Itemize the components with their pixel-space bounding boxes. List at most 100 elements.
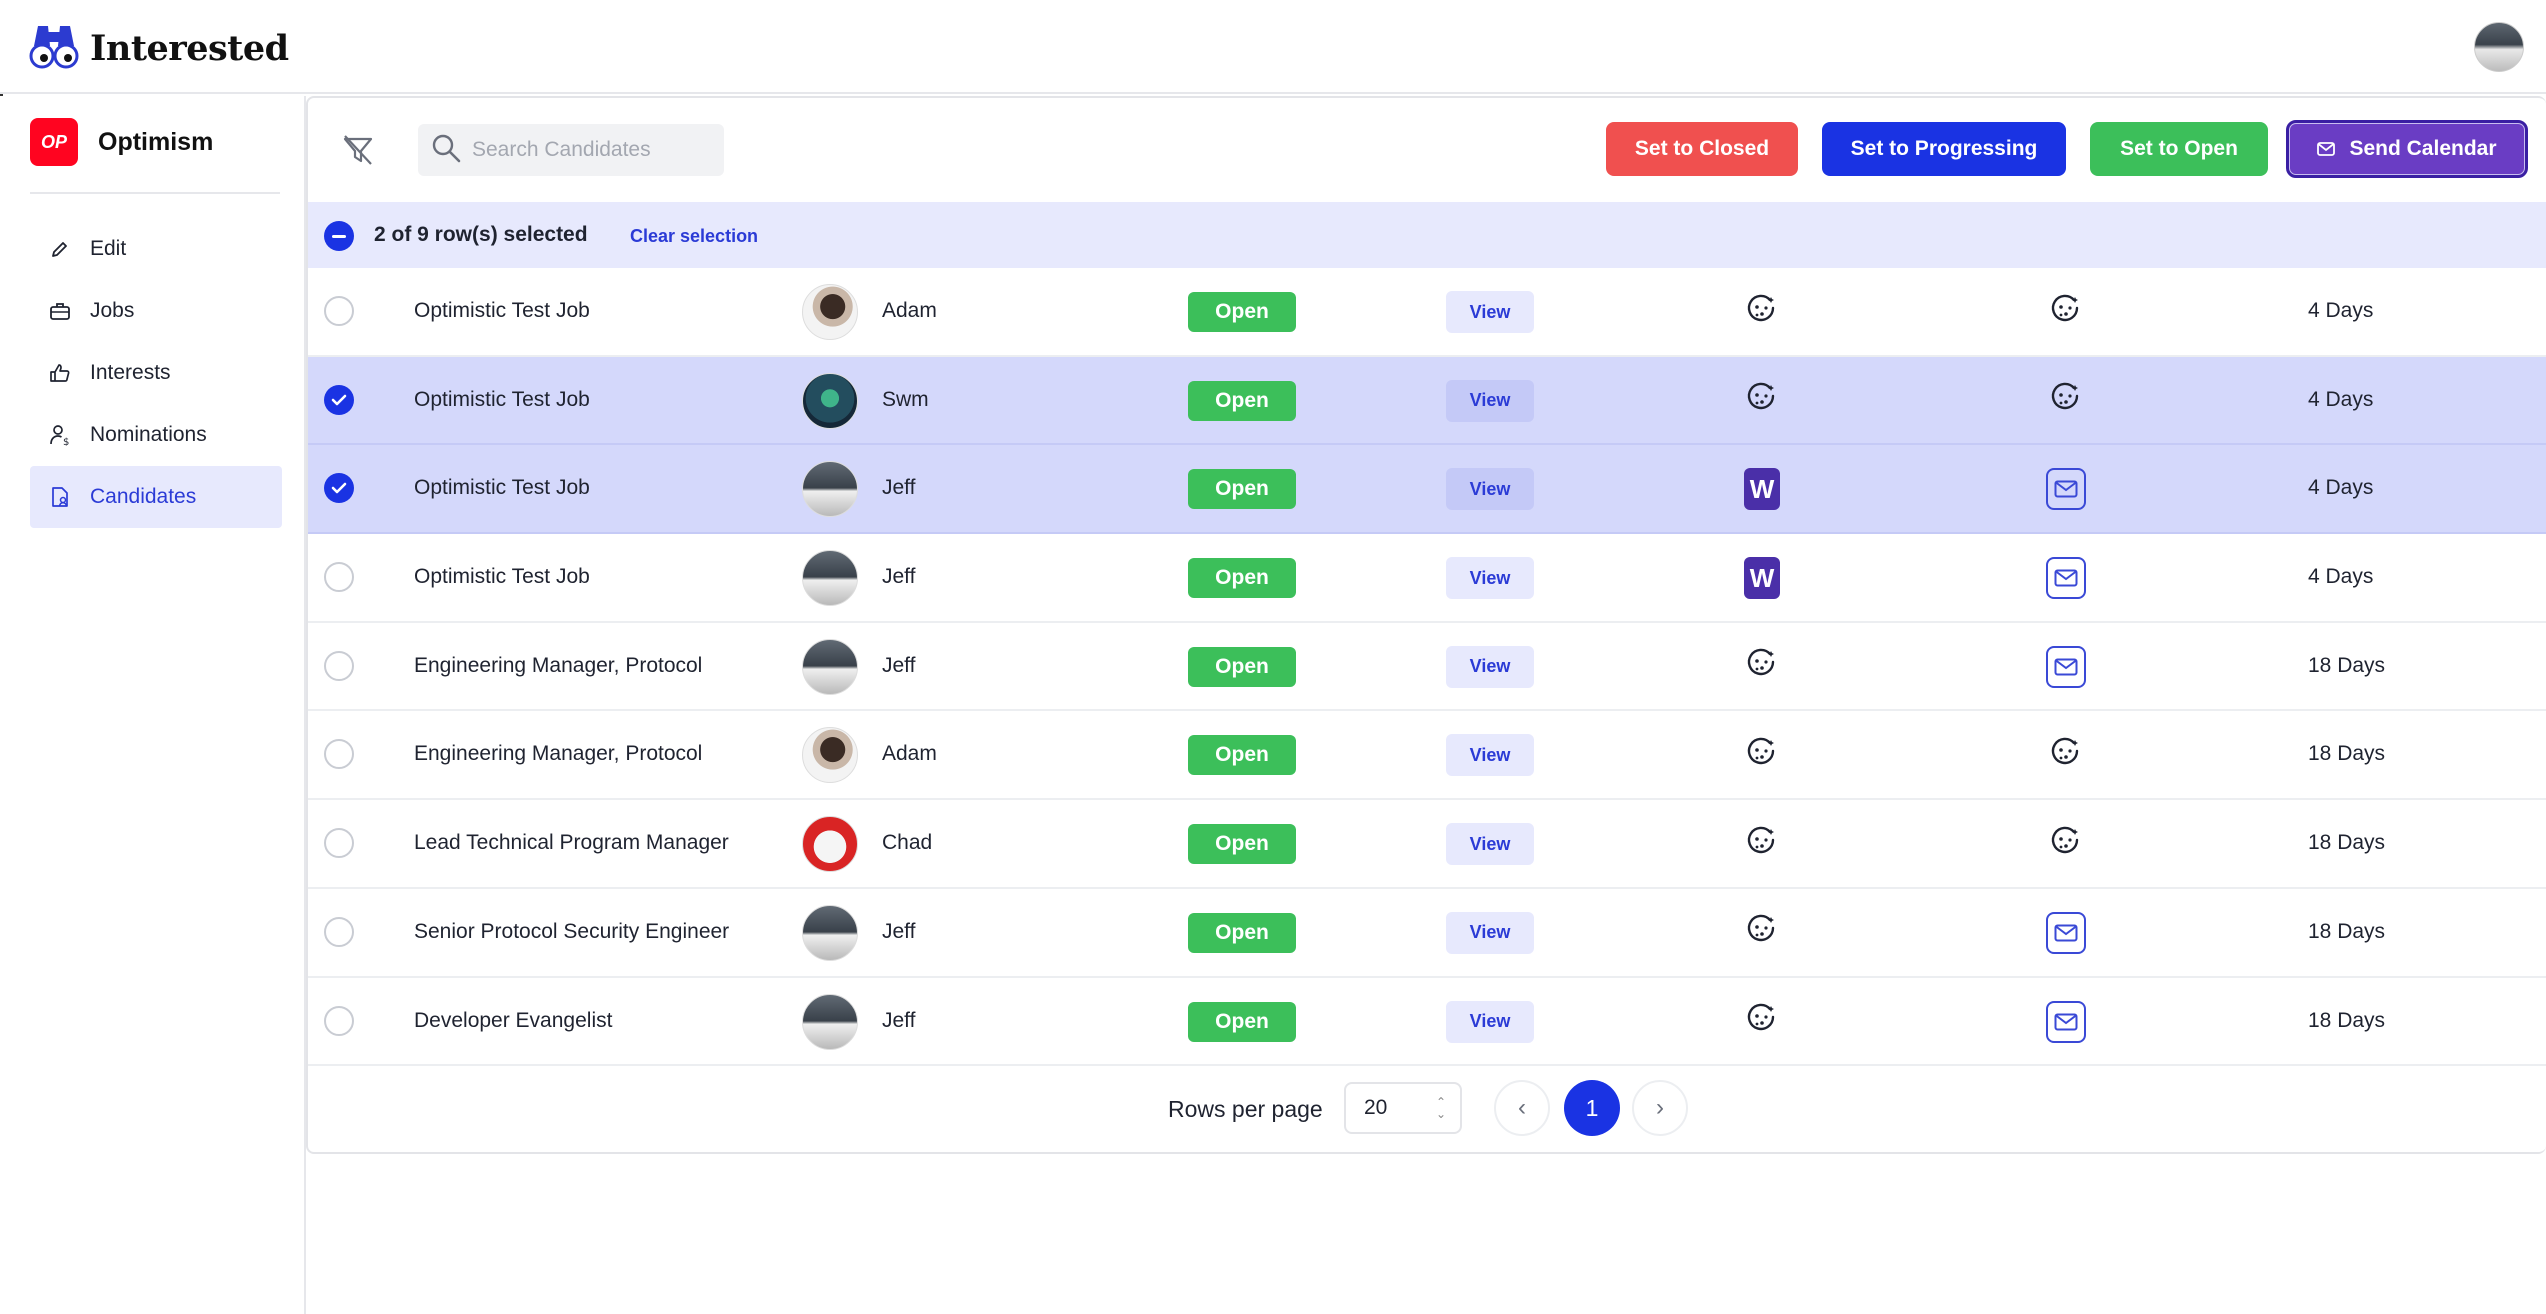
cookie-icon <box>1746 382 1778 419</box>
thumbs-up-icon <box>48 361 72 385</box>
view-button[interactable]: View <box>1446 645 1534 688</box>
row-checkbox[interactable] <box>324 1005 354 1036</box>
row-checkbox[interactable] <box>324 296 354 326</box>
candidate-avatar <box>802 816 858 873</box>
status-badge: Open <box>1188 469 1296 510</box>
pencil-icon <box>48 237 72 261</box>
contact-cell-b <box>2046 468 2086 511</box>
sidebar-item-label: Candidates <box>90 485 197 508</box>
table-row[interactable]: Optimistic Test Job Adam Open View 4 Days <box>308 268 2546 357</box>
binoculars-icon <box>28 22 80 75</box>
table-row[interactable]: Developer Evangelist Jeff Open View 18 Days <box>308 978 2546 1067</box>
table-row[interactable]: Lead Technical Program Manager Chad Open Vi… <box>308 800 2546 889</box>
org-header[interactable]: OP Optimism <box>30 118 213 166</box>
view-button[interactable]: View <box>1446 468 1534 511</box>
next-page-button[interactable]: › <box>1632 1080 1688 1136</box>
rows-per-page-select[interactable]: 20 ⌃ ⌄ <box>1344 1082 1462 1134</box>
candidate-name: Jeff <box>882 565 916 589</box>
view-button[interactable]: View <box>1446 557 1534 600</box>
sidebar-item-label: Jobs <box>90 299 135 322</box>
row-checkbox[interactable] <box>324 384 354 415</box>
status-badge: Open <box>1188 646 1296 687</box>
candidate-avatar <box>802 550 858 607</box>
view-button[interactable]: View <box>1446 911 1534 954</box>
cookie-icon <box>2050 382 2082 419</box>
sidebar-item-candidates[interactable]: Candidates <box>30 466 282 528</box>
cookie-icon <box>1746 294 1778 331</box>
search-box[interactable] <box>418 124 724 176</box>
candidate-name: Jeff <box>882 919 916 943</box>
sidebar-item-jobs[interactable]: Jobs <box>30 280 282 342</box>
table-row[interactable]: Senior Protocol Security Engineer Jeff Ope… <box>308 889 2546 978</box>
w-icon[interactable]: W <box>1744 468 1780 511</box>
candidate-avatar <box>802 638 858 695</box>
app-logo[interactable]: Interested <box>28 22 289 75</box>
chevron-right-icon: › <box>1656 1094 1664 1121</box>
row-checkbox[interactable] <box>324 916 354 947</box>
sidebar-item-edit[interactable]: Edit <box>30 218 282 280</box>
status-badge: Open <box>1188 735 1296 776</box>
view-button[interactable]: View <box>1446 734 1534 777</box>
table-row[interactable]: Optimistic Test Job Swm Open View 4 Days <box>308 356 2546 446</box>
clear-selection-link[interactable]: Clear selection <box>630 226 758 247</box>
contact-cell-b <box>2046 294 2086 330</box>
contact-cell-a <box>1744 649 1780 685</box>
contact-cell-a <box>1744 737 1780 773</box>
candidate-name: Jeff <box>882 653 916 677</box>
top-bar: Interested <box>0 0 2546 94</box>
job-title: Optimistic Test Job <box>414 387 590 411</box>
mail-icon[interactable] <box>2046 911 2086 954</box>
contact-cell-b <box>2046 382 2086 419</box>
search-input[interactable] <box>472 138 712 162</box>
table-row[interactable]: Engineering Manager, Protocol Adam Open Vie… <box>308 711 2546 801</box>
mail-icon[interactable] <box>2046 1000 2086 1043</box>
set-closed-button[interactable]: Set to Closed <box>1606 122 1798 176</box>
table-row[interactable]: Engineering Manager, Protocol Jeff Open Vie… <box>308 623 2546 712</box>
send-calendar-button[interactable]: Send Calendar <box>2286 120 2528 178</box>
filter-off-icon[interactable] <box>338 130 378 170</box>
sidebar-item-interests[interactable]: Interests <box>30 342 282 404</box>
user-avatar[interactable] <box>2474 22 2524 72</box>
view-button[interactable]: View <box>1446 823 1534 866</box>
previous-page-button[interactable]: ‹ <box>1494 1080 1550 1136</box>
view-button[interactable]: View <box>1446 291 1534 333</box>
cookie-icon <box>1746 826 1778 863</box>
mail-icon[interactable] <box>2046 645 2086 688</box>
set-open-button[interactable]: Set to Open <box>2090 122 2268 176</box>
table-row[interactable]: Optimistic Test Job Jeff Open View W 4 Days <box>308 534 2546 623</box>
job-title: Engineering Manager, Protocol <box>414 653 703 677</box>
row-checkbox[interactable] <box>324 739 354 770</box>
job-title: Optimistic Test Job <box>414 476 590 500</box>
candidates-table: Optimistic Test Job Adam Open View 4 Days Opt… <box>308 268 2546 1067</box>
row-checkbox[interactable] <box>324 828 354 859</box>
contact-cell-b <box>2046 557 2086 600</box>
contact-cell-a: W <box>1744 468 1780 511</box>
status-badge: Open <box>1188 912 1296 953</box>
view-button[interactable]: View <box>1446 379 1534 422</box>
mail-icon[interactable] <box>2046 557 2086 600</box>
sidebar-nav: Edit Jobs Interests $ Nominations Candid… <box>30 218 282 528</box>
row-checkbox[interactable] <box>324 473 354 504</box>
divider <box>30 192 280 194</box>
file-user-icon <box>48 485 72 509</box>
candidate-avatar <box>802 993 858 1050</box>
view-button[interactable]: View <box>1446 1000 1534 1043</box>
briefcase-icon <box>48 299 72 323</box>
row-checkbox[interactable] <box>324 562 354 593</box>
table-row[interactable]: Optimistic Test Job Jeff Open View W 4 Days <box>308 445 2546 535</box>
sidebar-item-nominations[interactable]: $ Nominations <box>30 404 282 466</box>
mail-icon[interactable] <box>2046 468 2086 511</box>
row-checkbox[interactable] <box>324 650 354 681</box>
cookie-icon <box>2050 294 2082 331</box>
contact-cell-b <box>2046 737 2086 773</box>
select-all-checkbox[interactable] <box>324 221 354 251</box>
w-icon[interactable]: W <box>1744 557 1780 600</box>
selection-bar: 2 of 9 row(s) selected Clear selection <box>308 202 2546 268</box>
job-title: Senior Protocol Security Engineer <box>414 919 730 943</box>
set-progressing-button[interactable]: Set to Progressing <box>1822 122 2066 176</box>
page-1-button[interactable]: 1 <box>1564 1080 1620 1136</box>
time-since: 4 Days <box>2308 565 2374 589</box>
candidate-avatar <box>802 372 858 429</box>
status-badge: Open <box>1188 380 1296 421</box>
job-title: Lead Technical Program Manager <box>414 831 729 855</box>
